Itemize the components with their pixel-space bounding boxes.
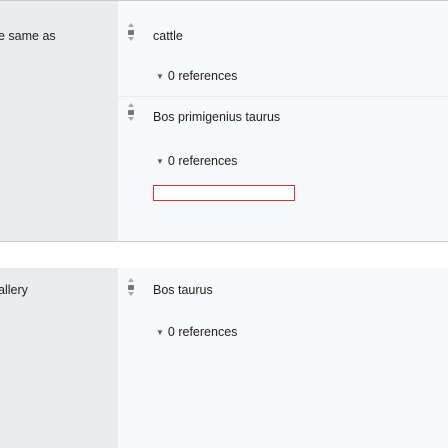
statement-value[interactable]: Bos primigenius taurus: [153, 110, 280, 124]
references-count: 0 references: [167, 154, 238, 168]
statement-value[interactable]: cattle: [153, 29, 183, 43]
property-column: allery: [0, 268, 118, 448]
statement-divider: [118, 96, 448, 97]
references-count: 0 references: [167, 69, 238, 83]
references-count: 0 references: [167, 325, 238, 339]
property-label[interactable]: e same as: [0, 29, 56, 43]
references-toggle[interactable]: ▼ 0 references: [156, 325, 237, 339]
wikidata-statements-view: e same as cattle ▼ 0 references Bos primigen…: [0, 0, 448, 448]
group-gap: [0, 242, 448, 268]
chevron-down-icon: ▼: [156, 72, 164, 81]
rank-selector-icon[interactable]: [126, 276, 136, 298]
property-column: e same as: [0, 1, 118, 241]
statement-group: e same as cattle ▼ 0 references Bos primigen…: [0, 1, 448, 241]
rank-selector-icon[interactable]: [126, 101, 136, 123]
statements-column: cattle ▼ 0 references Bos primigenius tauru…: [118, 1, 448, 241]
chevron-down-icon: ▼: [156, 157, 164, 166]
references-toggle[interactable]: ▼ 0 references: [156, 154, 237, 168]
statements-column: Bos taurus ▼ 0 references: [118, 268, 448, 448]
references-toggle[interactable]: ▼ 0 references: [156, 69, 237, 83]
rank-selector-icon[interactable]: [126, 21, 136, 43]
statement-group: allery Bos taurus ▼ 0 references: [0, 268, 448, 448]
chevron-down-icon: ▼: [156, 328, 164, 337]
statement-value[interactable]: Bos taurus: [153, 283, 213, 297]
property-label[interactable]: allery: [0, 283, 28, 297]
new-value-input[interactable]: [153, 185, 295, 201]
